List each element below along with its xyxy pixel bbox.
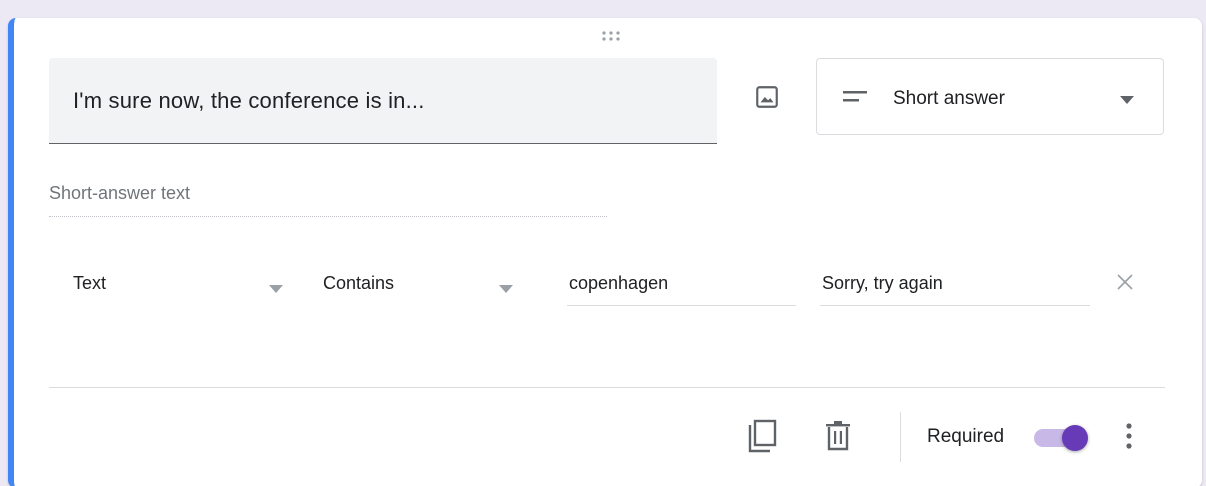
add-image-button[interactable] — [750, 80, 784, 114]
question-type-label: Short answer — [893, 88, 1005, 109]
required-toggle[interactable] — [1032, 422, 1092, 452]
toggle-thumb — [1062, 425, 1088, 451]
validation-type-label: Text — [73, 273, 107, 293]
close-icon — [1117, 274, 1133, 290]
validation-type-dropdown[interactable]: Text — [73, 268, 288, 302]
question-title-text: I'm sure now, the conference is in... — [73, 88, 425, 113]
chevron-down-icon — [498, 281, 514, 299]
copy-icon — [748, 419, 777, 453]
drag-handle-icon[interactable] — [600, 30, 624, 42]
short-text-icon — [843, 90, 869, 109]
response-validation-row: Text Contains copenhagen Sorry, try agai… — [49, 268, 1159, 308]
chevron-down-icon — [1119, 92, 1135, 110]
remove-validation-button[interactable] — [1115, 272, 1139, 296]
trash-icon — [826, 421, 850, 451]
footer-separator — [900, 412, 901, 462]
delete-button[interactable] — [820, 418, 856, 454]
required-label: Required — [927, 426, 1005, 447]
question-type-dropdown[interactable]: Short answer — [816, 58, 1164, 135]
custom-error-text: Sorry, try again — [822, 273, 943, 293]
chevron-down-icon — [268, 281, 284, 299]
more-options-button[interactable] — [1115, 418, 1143, 454]
question-title-field[interactable]: I'm sure now, the conference is in... — [49, 58, 717, 144]
validation-condition-label: Contains — [323, 273, 395, 293]
validation-value-text: copenhagen — [569, 273, 669, 293]
question-card[interactable]: I'm sure now, the conference is in... Sh… — [8, 18, 1202, 486]
validation-value-input[interactable]: copenhagen — [567, 268, 796, 306]
duplicate-button[interactable] — [744, 418, 780, 454]
image-icon — [756, 86, 778, 108]
footer-divider — [49, 387, 1165, 388]
validation-condition-dropdown[interactable]: Contains — [323, 268, 538, 302]
more-vert-icon — [1126, 423, 1132, 449]
short-answer-placeholder: Short-answer text — [49, 183, 607, 217]
custom-error-input[interactable]: Sorry, try again — [820, 268, 1090, 306]
